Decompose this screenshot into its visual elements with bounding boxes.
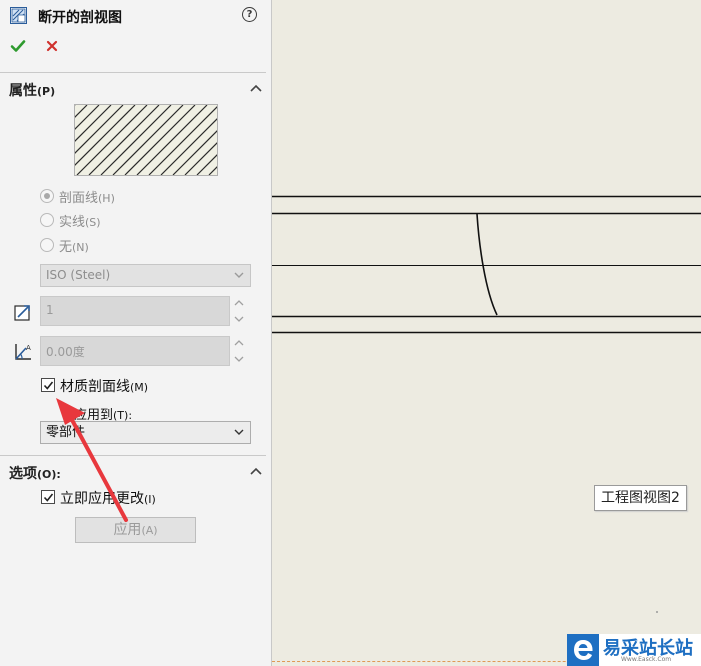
watermark-logo-icon (567, 634, 599, 666)
panel-title: 断开的剖视图 (38, 10, 122, 26)
apply-immediately-checkbox[interactable] (41, 490, 55, 504)
radio-hatch-text: 剖面线 (59, 191, 99, 206)
apply-immediately-key: (I) (144, 493, 156, 506)
radio-solid-key: (S) (85, 216, 101, 229)
options-section-header[interactable]: 选项(O): (9, 463, 61, 483)
apply-button-key: (A) (141, 524, 158, 537)
hatch-lines (4, 104, 280, 176)
panel-title-row: 断开的剖视图 ? (0, 0, 272, 32)
radio-solid-text: 实线 (59, 215, 86, 230)
drawing-geometry (272, 195, 701, 613)
radio-none-text: 无 (59, 240, 73, 255)
drawing-view-label[interactable]: 工程图视图2 (594, 485, 687, 511)
svg-text:A: A (26, 344, 31, 352)
options-label: 选项 (9, 466, 37, 482)
material-hatch-text: 材质剖面线 (60, 379, 130, 395)
drawing-canvas[interactable]: 工程图视图2 (272, 0, 701, 666)
hatch-angle-input[interactable]: 0.00度 (40, 336, 230, 366)
apply-to-dropdown[interactable]: 零部件 (40, 421, 251, 444)
material-hatch-checkbox[interactable] (41, 378, 55, 392)
radio-hatch-label: 剖面线(H) (59, 187, 115, 206)
radio-none-label: 无(N) (59, 236, 89, 255)
radio-button[interactable] (40, 189, 54, 203)
checkmark-icon (43, 493, 54, 502)
options-key: (O): (37, 468, 61, 481)
radio-button[interactable] (40, 213, 54, 227)
break-line-curve (476, 213, 498, 316)
hatch-scale-input[interactable]: 1 (40, 296, 230, 326)
material-hatch-label: 材质剖面线(M) (60, 376, 148, 396)
properties-key: (P) (37, 85, 56, 98)
properties-label: 属性 (9, 83, 37, 99)
hatch-scale-value: 1 (46, 303, 54, 317)
properties-section-header[interactable]: 属性(P) (9, 80, 55, 100)
apply-to-value: 零部件 (46, 425, 86, 440)
chevron-up-icon[interactable] (250, 467, 262, 475)
watermark: 易采站长站 Www.Easck.Com (567, 634, 701, 666)
checkmark-icon (43, 381, 54, 390)
close-icon[interactable] (44, 38, 60, 54)
divider (0, 455, 266, 456)
hatch-pattern-value: ISO (Steel) (46, 268, 111, 282)
radio-button[interactable] (40, 238, 54, 252)
radio-hatch-key: (H) (98, 192, 115, 205)
hatch-scale-spinner[interactable] (233, 296, 245, 326)
help-icon[interactable]: ? (242, 7, 257, 22)
apply-immediately-label: 立即应用更改(I) (60, 488, 156, 508)
radio-solid-label: 实线(S) (59, 211, 101, 230)
hatch-angle-spinner[interactable] (233, 336, 245, 366)
radio-none-key: (N) (72, 241, 89, 254)
hatch-pattern-preview (4, 104, 280, 176)
watermark-subtext: Www.Easck.Com (621, 656, 672, 663)
apply-immediately-text: 立即应用更改 (60, 491, 144, 507)
chevron-down-icon (234, 272, 244, 278)
property-manager-panel: 断开的剖视图 ? 属性(P) 剖面线(H) 实线(S) 无(N) ISO (St… (0, 0, 280, 666)
chevron-up-icon[interactable] (250, 84, 262, 92)
hatch-pattern-dropdown[interactable]: ISO (Steel) (40, 264, 251, 287)
hatch-scale-icon (14, 305, 30, 321)
apply-button[interactable]: 应用(A) (75, 517, 196, 543)
divider (0, 72, 266, 73)
hatch-angle-icon: A (15, 344, 31, 360)
check-icon[interactable] (10, 38, 26, 54)
material-hatch-key: (M) (130, 381, 149, 394)
apply-button-text: 应用 (113, 522, 142, 538)
chevron-down-icon (234, 429, 244, 435)
section-view-icon (10, 7, 27, 24)
grid-dot (656, 611, 658, 613)
hatch-angle-value: 0.00度 (46, 345, 85, 359)
